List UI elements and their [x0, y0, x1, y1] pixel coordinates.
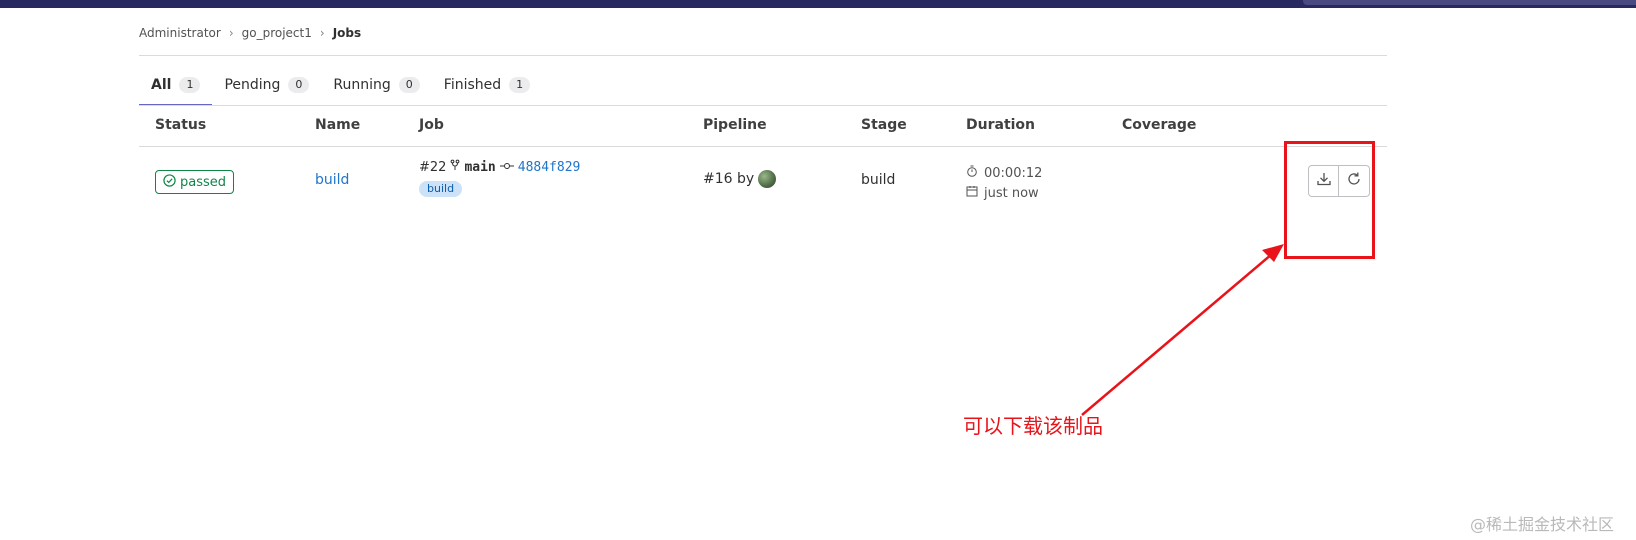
annotation-arrow [1081, 244, 1284, 416]
watermark: @稀土掘金技术社区 [1470, 515, 1615, 534]
annotation-text: 可以下载该制品 [963, 414, 1103, 438]
